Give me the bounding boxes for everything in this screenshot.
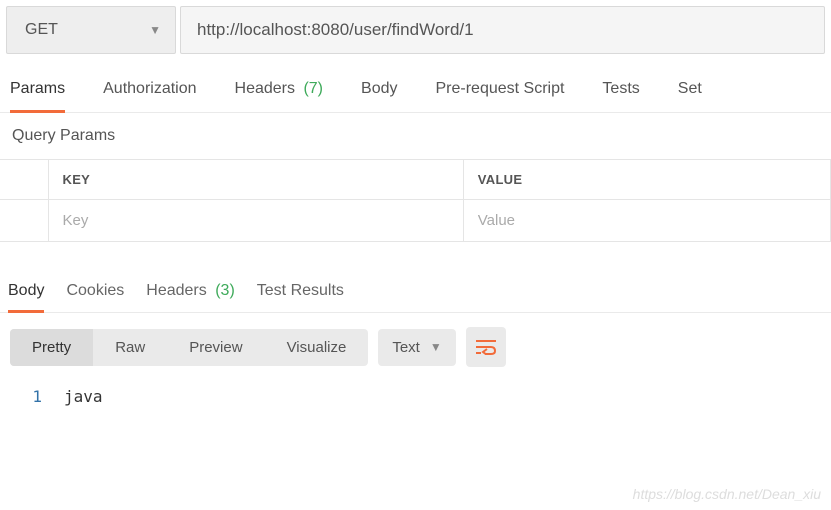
wrap-icon xyxy=(476,339,496,355)
tab-params[interactable]: Params xyxy=(10,80,65,113)
response-tab-body[interactable]: Body xyxy=(8,282,44,313)
response-tab-cookies[interactable]: Cookies xyxy=(66,282,124,313)
chevron-down-icon: ▼ xyxy=(430,340,442,354)
view-visualize-button[interactable]: Visualize xyxy=(265,329,369,366)
request-tabs: Params Authorization Headers (7) Body Pr… xyxy=(0,54,831,113)
wrap-lines-button[interactable] xyxy=(466,327,506,367)
query-params-table: KEY VALUE xyxy=(0,159,831,242)
response-tab-test-results[interactable]: Test Results xyxy=(257,282,344,313)
response-tab-headers[interactable]: Headers (3) xyxy=(146,282,235,313)
tab-settings[interactable]: Set xyxy=(678,80,702,113)
row-checkbox-cell[interactable] xyxy=(0,200,48,242)
response-tabs: Body Cookies Headers (3) Test Results xyxy=(0,242,831,313)
response-line-content: java xyxy=(64,387,103,406)
response-format-select[interactable]: Text ▼ xyxy=(378,329,455,366)
chevron-down-icon: ▼ xyxy=(149,23,161,37)
response-view-segmented: Pretty Raw Preview Visualize xyxy=(10,329,368,366)
params-checkbox-header xyxy=(0,160,48,200)
watermark: https://blog.csdn.net/Dean_xiu xyxy=(633,486,821,502)
params-value-header: VALUE xyxy=(463,160,830,200)
response-toolbar: Pretty Raw Preview Visualize Text ▼ xyxy=(0,313,831,381)
http-method-select[interactable]: GET ▼ xyxy=(6,6,176,54)
line-number: 1 xyxy=(10,387,42,406)
params-key-header: KEY xyxy=(48,160,463,200)
http-method-value: GET xyxy=(25,21,58,39)
tab-tests[interactable]: Tests xyxy=(602,80,639,113)
request-url-input[interactable] xyxy=(180,6,825,54)
param-value-input[interactable] xyxy=(478,212,816,229)
view-pretty-button[interactable]: Pretty xyxy=(10,329,93,366)
tab-headers[interactable]: Headers (7) xyxy=(235,80,324,113)
param-key-input[interactable] xyxy=(63,212,449,229)
query-params-title: Query Params xyxy=(0,113,831,159)
tab-prerequest-script[interactable]: Pre-request Script xyxy=(435,80,564,113)
response-body: 1 java xyxy=(0,381,831,412)
tab-authorization[interactable]: Authorization xyxy=(103,80,196,113)
view-preview-button[interactable]: Preview xyxy=(167,329,264,366)
view-raw-button[interactable]: Raw xyxy=(93,329,167,366)
tab-body[interactable]: Body xyxy=(361,80,397,113)
table-row xyxy=(0,200,831,242)
